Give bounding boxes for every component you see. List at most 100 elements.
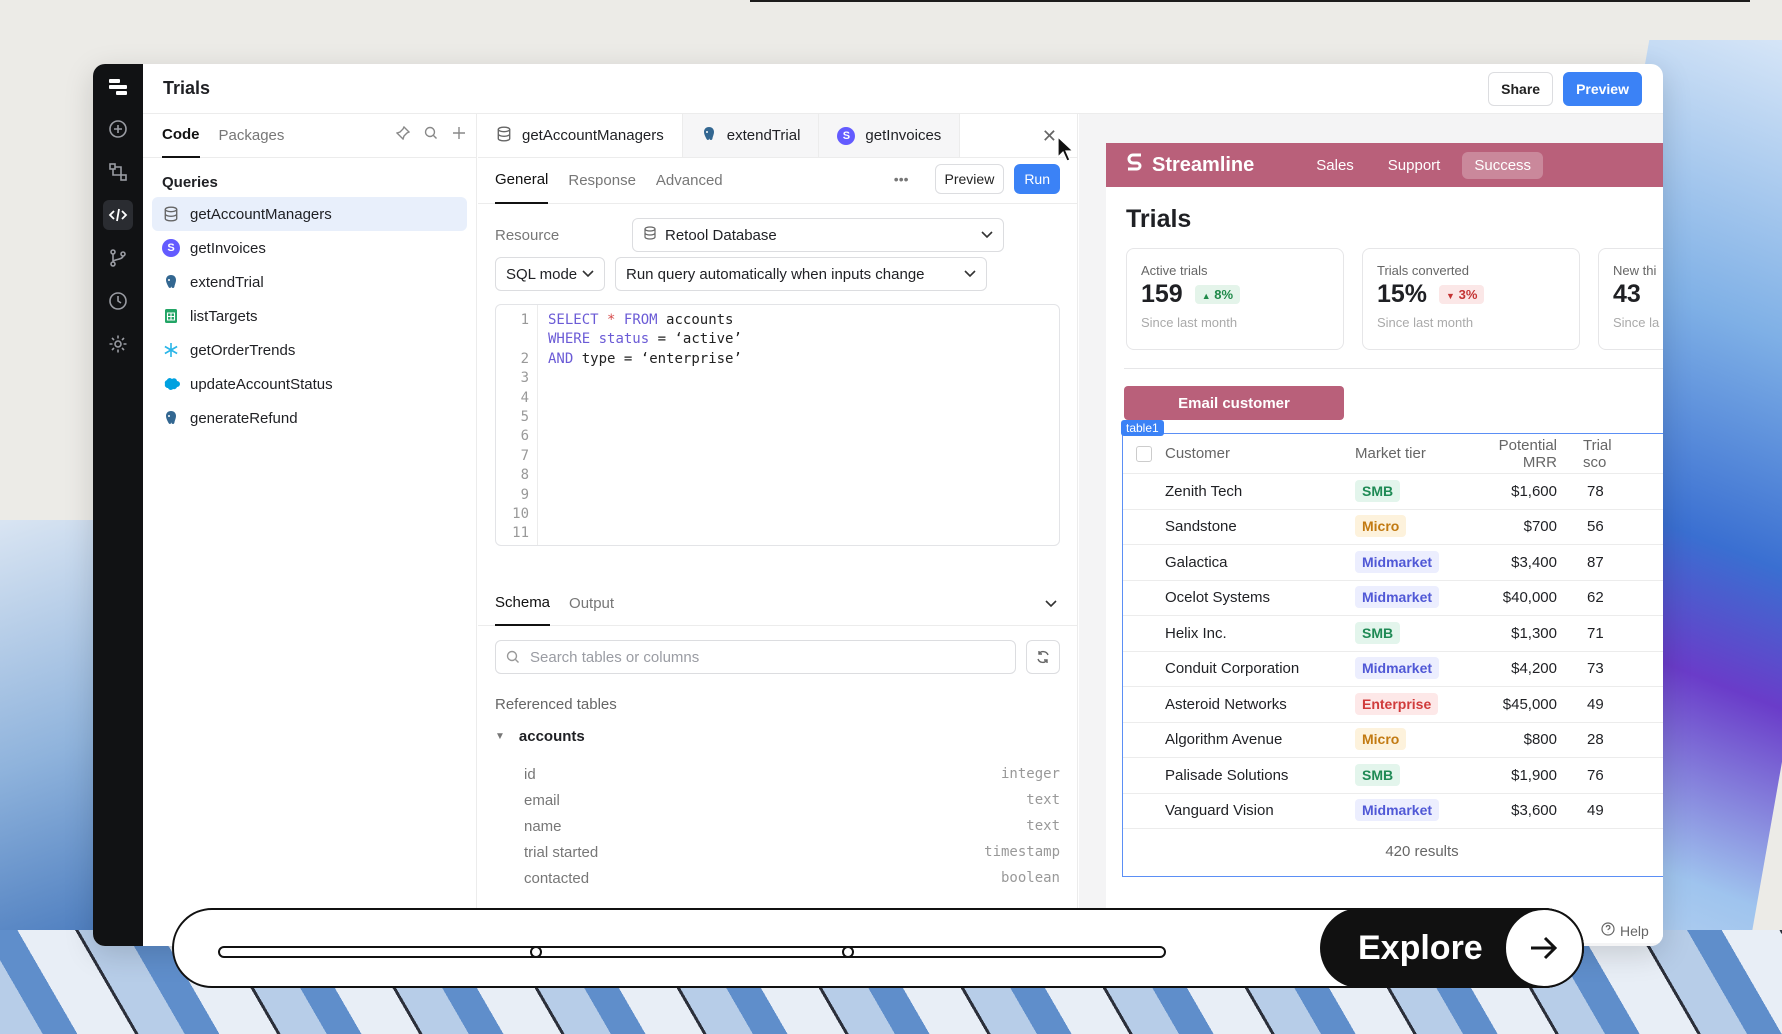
- cell-score: 73: [1587, 660, 1604, 678]
- cell-score: 56: [1587, 518, 1604, 536]
- arrow-right-icon[interactable]: [1504, 908, 1584, 988]
- add-query-icon[interactable]: [452, 126, 466, 143]
- tab-output[interactable]: Output: [569, 595, 614, 612]
- chevron-down-icon[interactable]: [1045, 597, 1057, 611]
- kpi-label: Active trials: [1141, 263, 1208, 278]
- nav-sales[interactable]: Sales: [1304, 152, 1366, 179]
- trigger-select[interactable]: Run query automatically when inputs chan…: [615, 257, 987, 291]
- query-tab-label: getInvoices: [865, 127, 942, 144]
- tab-code[interactable]: Code: [162, 114, 200, 158]
- query-item[interactable]: SgetInvoices: [152, 231, 467, 265]
- query-preview-button[interactable]: Preview: [934, 164, 1005, 194]
- workflow-icon[interactable]: [103, 157, 133, 187]
- cell-mrr: $800: [1523, 731, 1557, 749]
- column-name: trial started: [524, 844, 599, 861]
- query-item[interactable]: extendTrial: [152, 265, 467, 299]
- kpi-subtext: Since la: [1613, 315, 1660, 330]
- query-item[interactable]: updateAccountStatus: [152, 367, 467, 401]
- query-label: updateAccountStatus: [190, 375, 333, 393]
- nav-support[interactable]: Support: [1376, 152, 1453, 179]
- query-tab[interactable]: SgetInvoices: [819, 114, 961, 157]
- database-icon: [643, 226, 657, 244]
- col-potential-mrr[interactable]: Potential MRR: [1461, 437, 1557, 471]
- table-row[interactable]: Conduit Corporation Midmarket $4,200 73: [1123, 652, 1663, 687]
- code-icon[interactable]: [103, 200, 133, 230]
- table-row[interactable]: Zenith Tech SMB $1,600 78: [1123, 474, 1663, 510]
- divider: [1124, 368, 1663, 369]
- select-all-checkbox[interactable]: [1136, 445, 1152, 462]
- sql-code: SELECT * FROM accounts WHERE status = ‘a…: [548, 312, 742, 367]
- subtab-general[interactable]: General: [495, 158, 549, 204]
- column-type: boolean: [1000, 870, 1060, 886]
- progress-pill-3[interactable]: [842, 946, 1166, 958]
- line-number: 2: [520, 350, 529, 367]
- tab-schema[interactable]: Schema: [495, 582, 551, 626]
- query-tab[interactable]: getAccountManagers: [478, 114, 683, 157]
- table-accounts[interactable]: ▼ accounts: [495, 728, 585, 745]
- table-row[interactable]: Palisade Solutions SMB $1,900 76: [1123, 758, 1663, 794]
- pin-icon[interactable]: [395, 125, 411, 143]
- line-number: 3: [520, 370, 529, 387]
- col-market-tier[interactable]: Market tier: [1355, 445, 1461, 462]
- line-number: 6: [520, 428, 529, 445]
- background-line: [750, 0, 1750, 2]
- explore-button[interactable]: Explore: [1320, 908, 1584, 988]
- sql-editor[interactable]: 1 2 3 4 5 6 7 8 9 10 11 SELECT * FROM accounts WH…: [495, 304, 1060, 546]
- progress-pill-2[interactable]: [530, 946, 854, 958]
- branch-icon[interactable]: [103, 243, 133, 273]
- settings-icon[interactable]: [103, 329, 133, 359]
- table-row[interactable]: Sandstone Micro $700 56: [1123, 510, 1663, 545]
- query-item[interactable]: listTargets: [152, 299, 467, 333]
- mouse-cursor-icon: [1057, 135, 1075, 167]
- query-tab-label: getAccountManagers: [522, 127, 664, 144]
- history-icon[interactable]: [103, 286, 133, 316]
- query-item[interactable]: getAccountManagers: [152, 197, 467, 231]
- mode-select[interactable]: SQL mode: [495, 257, 605, 291]
- more-icon[interactable]: •••: [894, 171, 909, 187]
- schema-search-input[interactable]: Search tables or columns: [495, 640, 1016, 674]
- kpi-card: Trials converted 15% ▼ 3% Since last month: [1362, 248, 1580, 350]
- col-trial-score[interactable]: Trial sco: [1557, 437, 1617, 471]
- close-icon[interactable]: ✕: [1042, 126, 1057, 147]
- subtab-advanced[interactable]: Advanced: [656, 172, 723, 189]
- queries-title: Queries: [162, 174, 218, 191]
- referenced-tables-title: Referenced tables: [495, 696, 617, 713]
- subtab-response[interactable]: Response: [568, 172, 636, 189]
- table-row[interactable]: Helix Inc. SMB $1,300 71: [1123, 616, 1663, 652]
- table-row[interactable]: Asteroid Networks Enterprise $45,000 49: [1123, 687, 1663, 723]
- schema-column: name text: [524, 818, 1060, 835]
- page-title: Trials: [1126, 205, 1192, 233]
- table-row[interactable]: Ocelot Systems Midmarket $40,000 62: [1123, 581, 1663, 616]
- retool-logo-icon[interactable]: [103, 72, 133, 102]
- resource-label: Resource: [495, 226, 560, 244]
- cell-customer: Galactica: [1165, 553, 1228, 571]
- table-row[interactable]: Vanguard Vision Midmarket $3,600 49: [1123, 794, 1663, 829]
- resource-select[interactable]: Retool Database: [632, 218, 1004, 252]
- line-number: 8: [520, 467, 529, 484]
- search-icon[interactable]: [424, 126, 438, 143]
- add-icon[interactable]: [103, 114, 133, 144]
- cell-score: 71: [1587, 624, 1604, 642]
- table-row[interactable]: Algorithm Avenue Micro $800 28: [1123, 723, 1663, 758]
- progress-pill-1[interactable]: [218, 946, 542, 958]
- email-customer-button[interactable]: Email customer: [1124, 386, 1344, 420]
- app-window: Trials Share Preview Code Packages Queri…: [93, 64, 1663, 946]
- query-tab[interactable]: extendTrial: [682, 114, 820, 157]
- col-customer[interactable]: Customer: [1165, 445, 1355, 462]
- code-panel: Code Packages Queries getAccountManagers…: [143, 114, 477, 946]
- preview-button[interactable]: Preview: [1563, 71, 1642, 106]
- tab-packages[interactable]: Packages: [219, 114, 285, 158]
- run-button[interactable]: Run: [1014, 164, 1060, 194]
- cell-customer: Sandstone: [1165, 518, 1237, 536]
- line-number: 5: [520, 409, 529, 426]
- tier-badge: Micro: [1355, 515, 1407, 538]
- table-row[interactable]: Galactica Midmarket $3,400 87: [1123, 545, 1663, 581]
- schema-column: trial started timestamp: [524, 844, 1060, 861]
- query-item[interactable]: generateRefund: [152, 401, 467, 435]
- line-number: 4: [520, 389, 529, 406]
- refresh-icon[interactable]: [1026, 640, 1060, 674]
- query-item[interactable]: getOrderTrends: [152, 333, 467, 367]
- share-button[interactable]: Share: [1488, 71, 1554, 106]
- nav-success[interactable]: Success: [1462, 151, 1544, 179]
- help-link[interactable]: Help: [1601, 922, 1649, 939]
